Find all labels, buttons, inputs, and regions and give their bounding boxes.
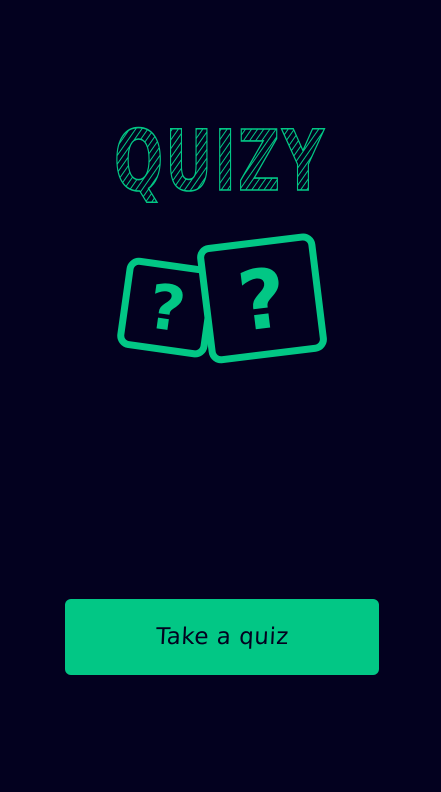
take-quiz-button-label: Take a quiz bbox=[154, 624, 290, 650]
app-title-text: QUIZY bbox=[114, 112, 326, 210]
take-quiz-button[interactable]: Take a quiz bbox=[65, 599, 379, 675]
app-screen: QUIZY ? ? Take a quiz bbox=[0, 0, 441, 792]
app-title: QUIZY bbox=[0, 104, 441, 214]
question-card-right: ? bbox=[197, 233, 327, 364]
two-question-cards-icon: ? ? bbox=[105, 228, 335, 373]
